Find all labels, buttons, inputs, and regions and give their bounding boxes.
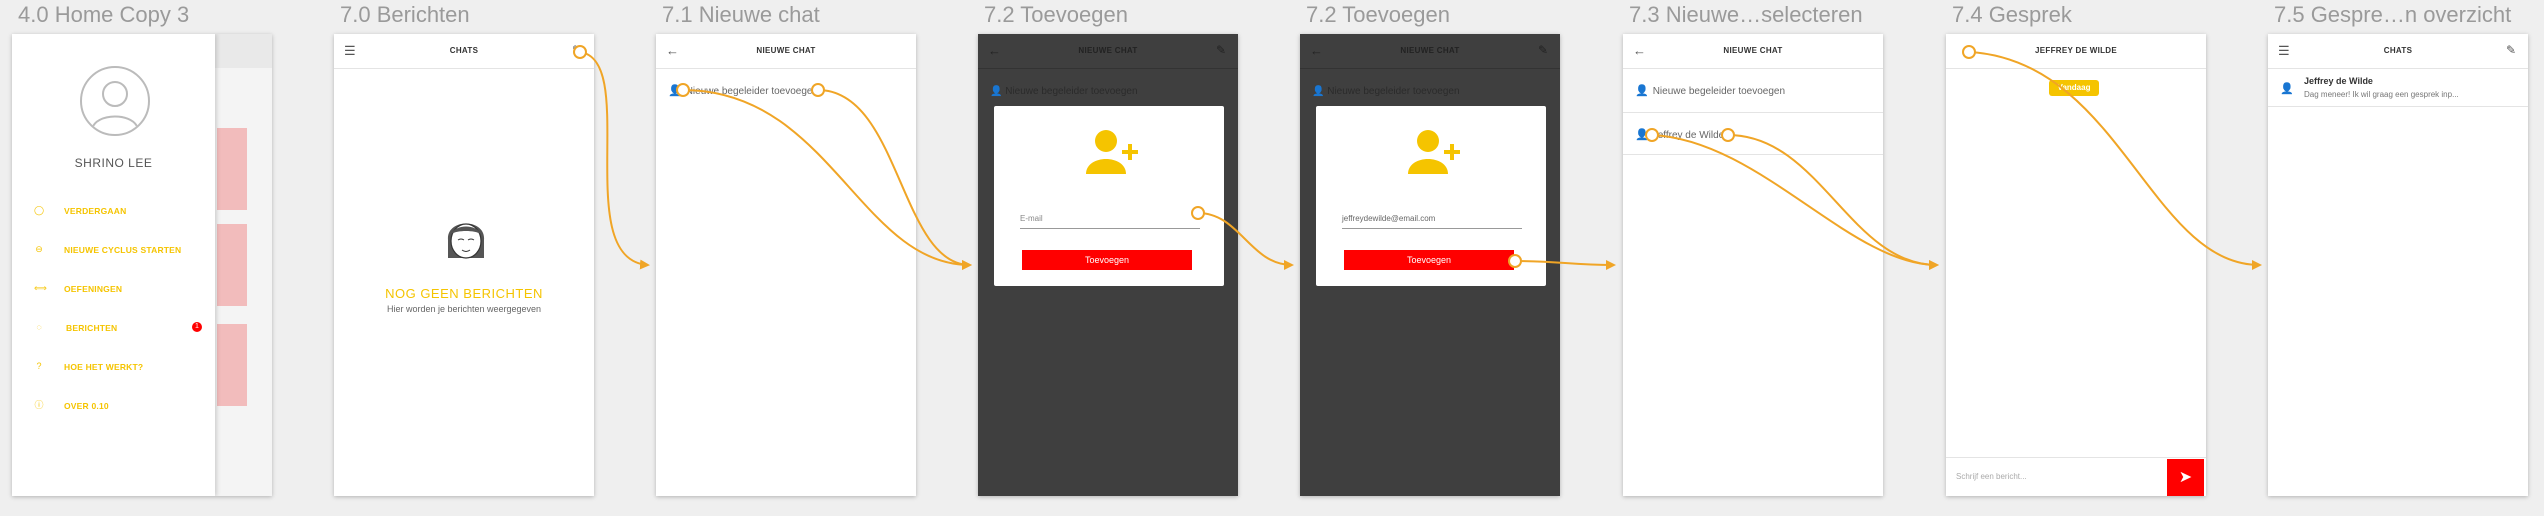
menu-item-berichten[interactable]: BERICHTEN xyxy=(66,323,117,333)
menu-item-hoe-het-werkt[interactable]: HOE HET WERKT? xyxy=(64,362,143,372)
chat-preview: Dag meneer! Ik wil graag een gesprek inp… xyxy=(2304,90,2459,99)
compose-icon[interactable]: ✎ xyxy=(572,44,582,57)
artboard-home: SHRINO LEE ◯ VERDERGAAN ⊖ NIEUWE CYCLUS … xyxy=(12,34,272,496)
plus-circle-icon: ⊖ xyxy=(35,244,43,254)
artboard-toevoegen-empty: ← NIEUWE CHAT ✎ 👤 Nieuwe begeleider toev… xyxy=(978,34,1238,496)
chat-name: Jeffrey de Wilde xyxy=(2304,76,2373,86)
artboard-berichten: ☰ CHATS ✎ NOG GEEN BERICHTEN Hier worden… xyxy=(334,34,594,496)
artboard-gesprek: JEFFREY DE WILDE Vandaag Schrijf een ber… xyxy=(1946,34,2206,496)
artboard-label: 7.4 Gesprek xyxy=(1952,2,2072,27)
contact-row[interactable]: 👤 Jeffrey de Wilde xyxy=(1623,114,1883,155)
email-field[interactable]: jeffreydewilde@email.com xyxy=(1342,214,1522,229)
add-person-icon: 👤 xyxy=(668,85,682,97)
artboard-label: 7.2 Toevoegen xyxy=(984,2,1128,27)
add-guide-label: Nieuwe begeleider toevoegen xyxy=(1327,86,1460,97)
add-person-icon xyxy=(1086,130,1138,174)
add-guide-row[interactable]: 👤 Nieuwe begeleider toevoegen xyxy=(668,84,916,97)
page-title: JEFFREY DE WILDE xyxy=(2035,46,2117,55)
page-title: CHATS xyxy=(2383,46,2413,55)
user-name: SHRINO LEE xyxy=(74,156,153,170)
page-title: NIEUWE CHAT xyxy=(1400,46,1460,55)
artboard-label: 7.1 Nieuwe chat xyxy=(662,2,820,27)
add-guide-row: 👤 Nieuwe begeleider toevoegen xyxy=(1312,86,1460,97)
header: ← NIEUWE CHAT xyxy=(656,34,916,69)
add-person-icon: 👤 xyxy=(1312,86,1325,97)
home-card-placeholder xyxy=(217,224,247,306)
email-field[interactable]: E-mail xyxy=(1020,214,1200,229)
send-button[interactable]: ➤ xyxy=(2167,459,2204,496)
add-guide-label: Nieuwe begeleider toevoegen xyxy=(1652,86,1786,97)
header: ← NIEUWE CHAT ✎ xyxy=(978,34,1238,69)
add-guide-row[interactable]: 👤 Nieuwe begeleider toevoegen xyxy=(1623,68,1883,113)
menu-item-over[interactable]: OVER 0.10 xyxy=(64,401,109,411)
add-guide-modal: E-mail Toevoegen xyxy=(994,106,1224,286)
add-person-icon: 👤 xyxy=(990,86,1003,97)
add-person-icon: 👤 xyxy=(1635,85,1649,97)
home-card-placeholder xyxy=(217,324,247,406)
user-silhouette-icon xyxy=(91,81,139,131)
add-person-icon xyxy=(1408,130,1460,174)
question-icon: ? xyxy=(36,361,42,371)
date-badge: Vandaag xyxy=(2049,80,2099,96)
menu-item-verdergaan[interactable]: VERDERGAAN xyxy=(64,206,126,216)
add-button[interactable]: Toevoegen xyxy=(1344,250,1514,270)
artboard-label: 7.2 Toevoegen xyxy=(1306,2,1450,27)
page-title: NIEUWE CHAT xyxy=(1723,46,1783,55)
message-input[interactable]: Schrijf een bericht... xyxy=(1956,472,2027,481)
compose-icon[interactable]: ✎ xyxy=(2506,44,2516,57)
contact-name: Jeffrey de Wilde xyxy=(1652,130,1725,141)
compose-icon[interactable]: ✎ xyxy=(1538,44,1548,57)
add-guide-modal: jeffreydewilde@email.com Toevoegen xyxy=(1316,106,1546,286)
dumbbell-icon: ⟺ xyxy=(34,283,47,293)
girl-illustration-icon xyxy=(447,223,485,259)
page-title: CHATS xyxy=(449,46,479,55)
person-icon: 👤 xyxy=(2280,83,2294,95)
header: JEFFREY DE WILDE xyxy=(1946,34,2206,69)
home-card-placeholder xyxy=(217,128,247,210)
menu-item-oefeningen[interactable]: OEFENINGEN xyxy=(64,284,122,294)
add-guide-label: Nieuwe begeleider toevoegen xyxy=(1005,86,1138,97)
chat-list-item[interactable]: 👤 Jeffrey de Wilde Dag meneer! Ik wil gr… xyxy=(2268,68,2528,107)
add-button[interactable]: Toevoegen xyxy=(1022,250,1192,270)
empty-state-subtitle: Hier worden je berichten weergegeven xyxy=(386,304,542,314)
circle-icon: ◯ xyxy=(34,205,45,215)
page-title: NIEUWE CHAT xyxy=(1078,46,1138,55)
side-drawer: SHRINO LEE ◯ VERDERGAAN ⊖ NIEUWE CYCLUS … xyxy=(12,34,215,496)
header: ☰ CHATS ✎ xyxy=(2268,34,2528,69)
page-title: NIEUWE CHAT xyxy=(756,46,816,55)
home-background-strip xyxy=(215,34,272,68)
chat-icon: ◌ xyxy=(36,322,42,332)
artboard-selecteren: ← NIEUWE CHAT 👤 Nieuwe begeleider toevoeg… xyxy=(1623,34,1883,496)
artboard-label: 4.0 Home Copy 3 xyxy=(18,2,190,27)
artboard-overzicht: ☰ CHATS ✎ 👤 Jeffrey de Wilde Dag meneer!… xyxy=(2268,34,2528,496)
notification-badge: 1 xyxy=(192,322,202,332)
add-guide-row: 👤 Nieuwe begeleider toevoegen xyxy=(990,86,1138,97)
add-guide-label: Nieuwe begeleider toevoegen xyxy=(685,86,819,97)
artboard-label: 7.3 Nieuwe…selecteren xyxy=(1629,2,1863,27)
artboard-label: 7.5 Gespre…n overzicht xyxy=(2274,2,2512,27)
avatar[interactable] xyxy=(80,66,150,136)
menu-item-nieuwe-cyclus[interactable]: NIEUWE CYCLUS STARTEN xyxy=(64,245,181,255)
header: ← NIEUWE CHAT ✎ xyxy=(1300,34,1560,69)
header: ☰ CHATS ✎ xyxy=(334,34,594,69)
artboard-label: 7.0 Berichten xyxy=(340,2,470,27)
header: ← NIEUWE CHAT xyxy=(1623,34,1883,69)
person-icon: 👤 xyxy=(1635,129,1649,141)
message-input-bar: Schrijf een bericht... ➤ xyxy=(1946,457,2206,496)
compose-icon[interactable]: ✎ xyxy=(1216,44,1226,57)
artboard-toevoegen-filled: ← NIEUWE CHAT ✎ 👤 Nieuwe begeleider toev… xyxy=(1300,34,1560,496)
artboard-nieuwe-chat: ← NIEUWE CHAT 👤 Nieuwe begeleider toevoeg… xyxy=(656,34,916,496)
send-icon: ➤ xyxy=(2178,469,2193,486)
empty-state-title: NOG GEEN BERICHTEN xyxy=(385,286,543,301)
info-icon: ⓘ xyxy=(34,400,44,410)
